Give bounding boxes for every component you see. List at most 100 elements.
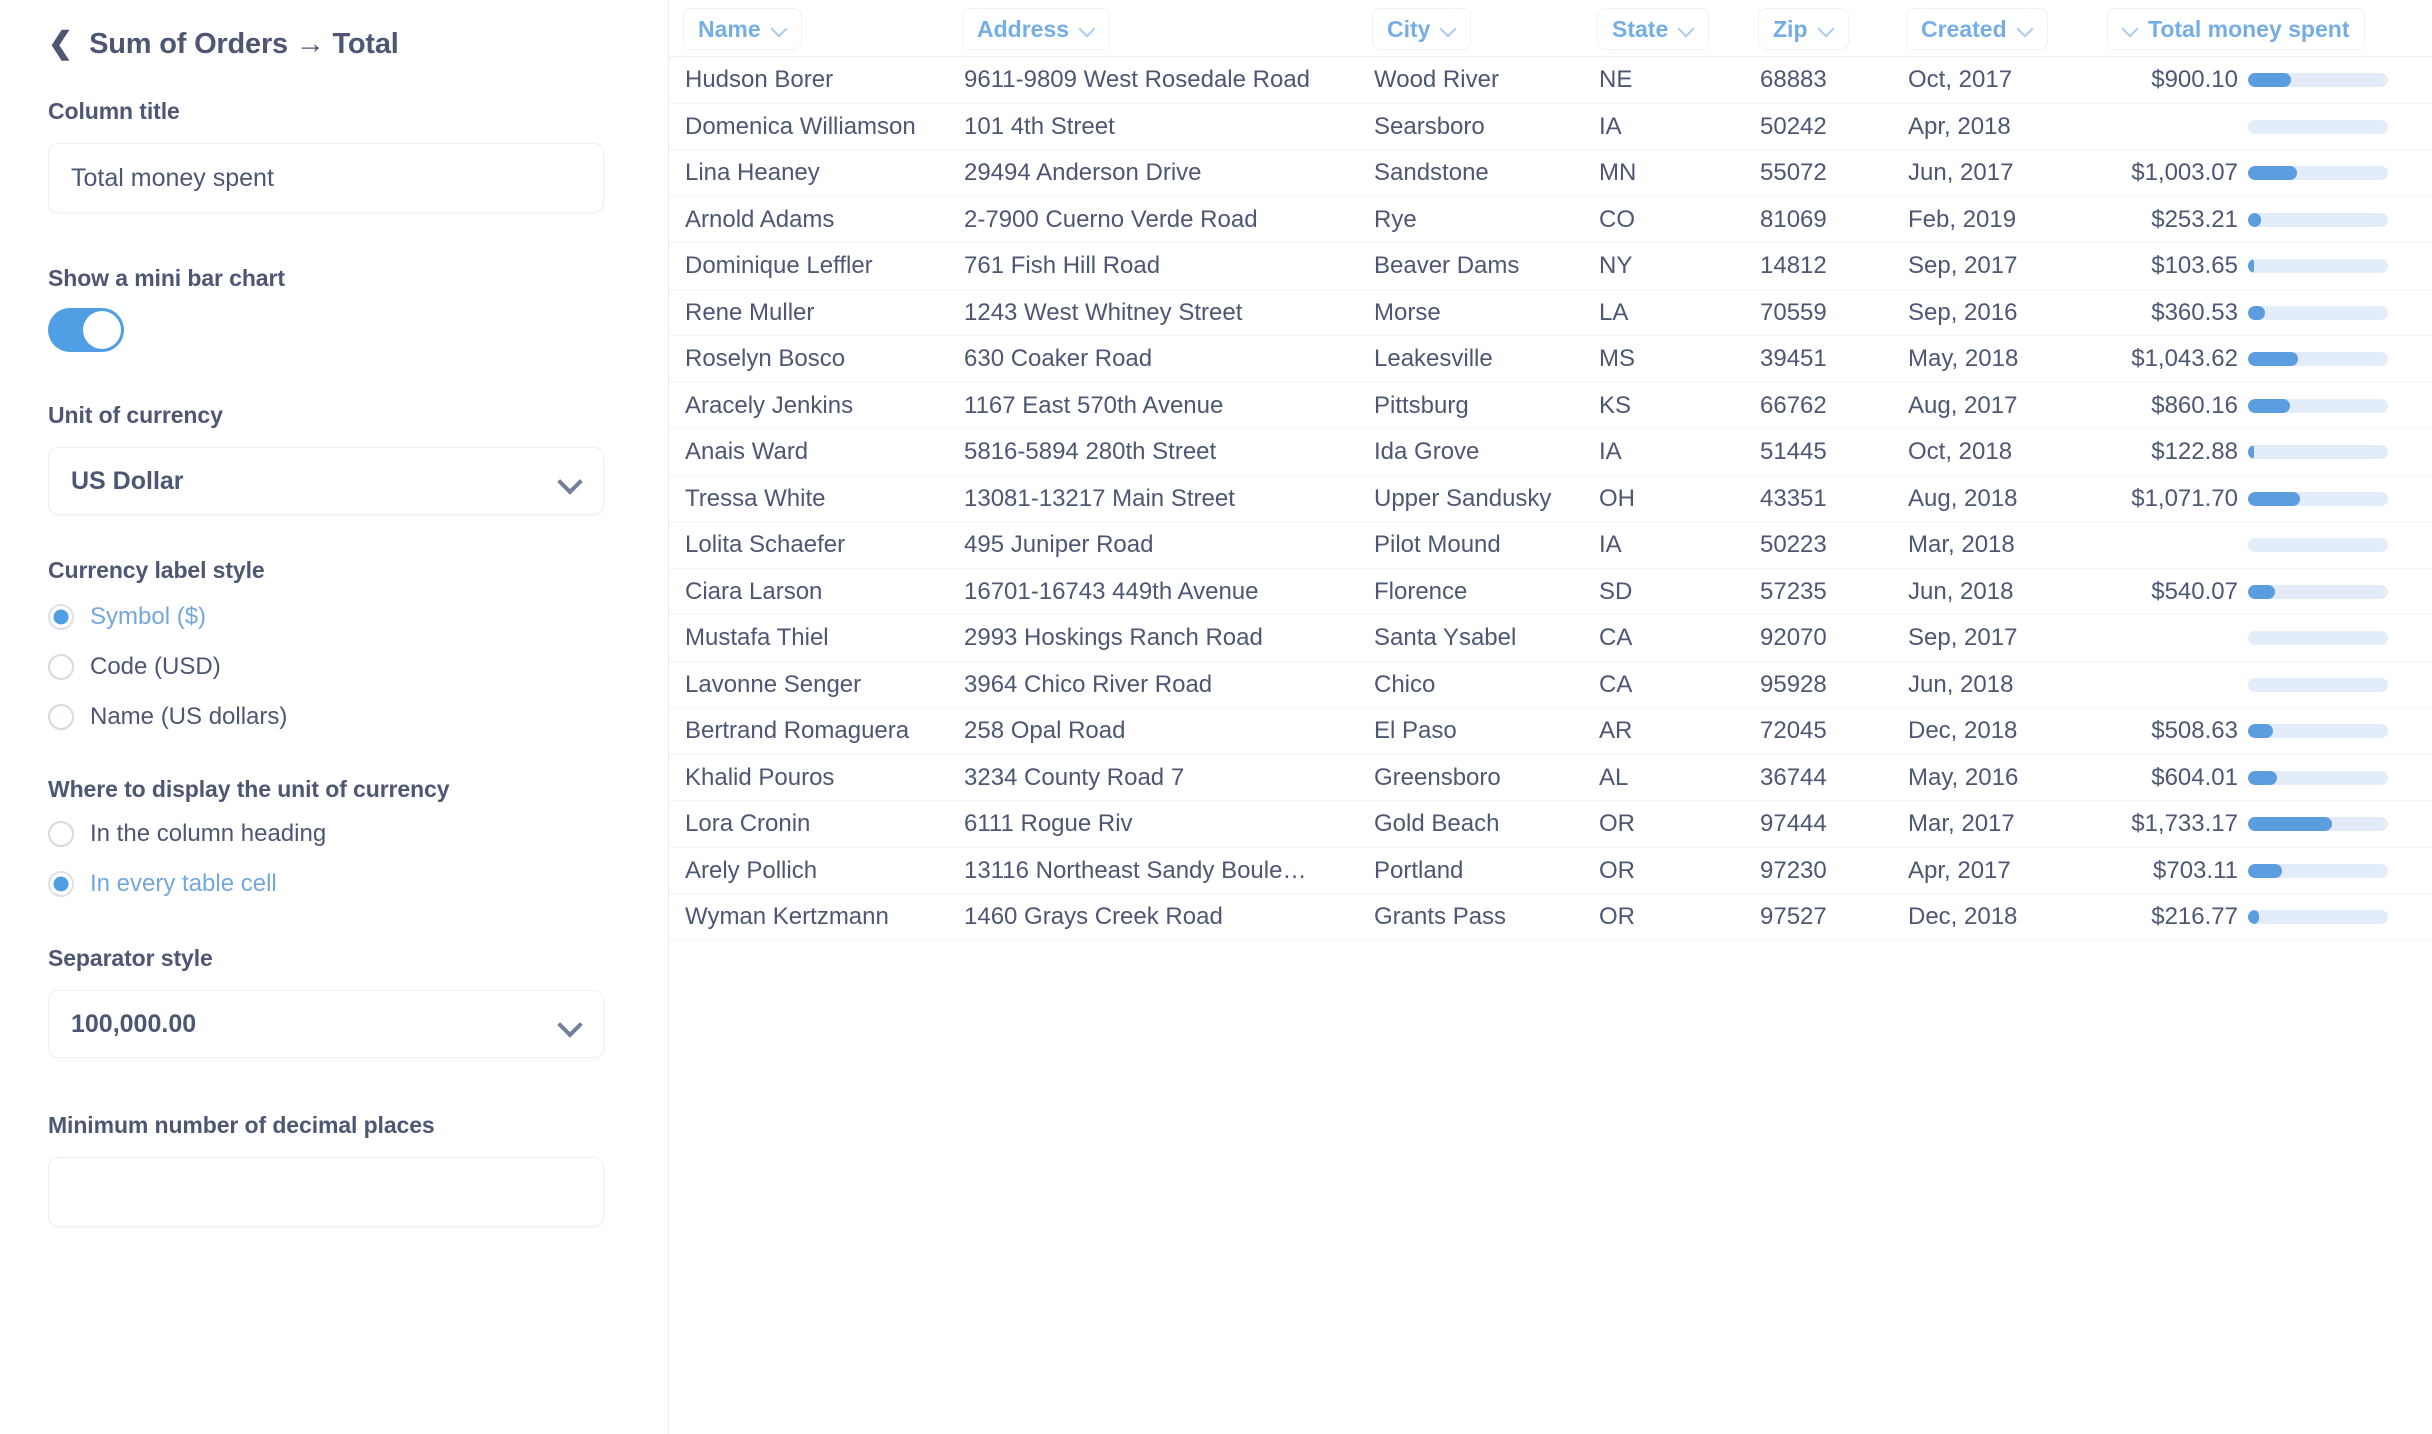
mini-bar-chart [2248, 383, 2388, 430]
table-row[interactable]: Mustafa Thiel 2993 Hoskings Ranch Road San… [669, 615, 2432, 662]
cell-name: Hudson Borer [685, 66, 834, 94]
table-row[interactable]: Lavonne Senger 3964 Chico River Road Chico… [669, 662, 2432, 709]
table-row[interactable]: Lolita Schaefer 495 Juniper Road Pilot Mou… [669, 522, 2432, 569]
column-header-label: Created [1921, 15, 2007, 42]
column-header-label: Name [698, 15, 761, 42]
chevron-left-icon[interactable]: ❮ [48, 29, 73, 59]
mini-bar-track [2248, 677, 2388, 692]
separator-style-value: 100,000.00 [71, 1009, 197, 1038]
cell-name: Anais Ward [685, 438, 809, 466]
cell-total-money-spent: $703.11 [2153, 856, 2238, 884]
column-header-created[interactable]: Created [1906, 8, 2048, 50]
cell-name: Ciara Larson [685, 577, 823, 605]
mini-bar-fill [2248, 398, 2290, 413]
cell-name: Lolita Schaefer [685, 531, 846, 559]
separator-style-select[interactable]: 100,000.00 [48, 990, 604, 1058]
cell-total-money-spent: $540.07 [2151, 577, 2238, 605]
table-row[interactable]: Wyman Kertzmann 1460 Grays Creek Road Gran… [669, 894, 2432, 941]
table-row[interactable]: Lora Cronin 6111 Rogue Riv Gold Beach OR 974… [669, 801, 2432, 848]
mini-bar-track [2248, 910, 2388, 925]
mini-bar-chart [2248, 476, 2388, 523]
cell-address: 1167 East 570th Avenue [964, 391, 1224, 419]
mini-bar-track [2248, 305, 2388, 320]
mini-bar-track [2248, 119, 2388, 134]
cell-address: 495 Juniper Road [964, 531, 1154, 559]
cell-address: 2-7900 Cuerno Verde Road [964, 205, 1258, 233]
table-row[interactable]: Arely Pollich 13116 Northeast Sandy Boule… [669, 848, 2432, 894]
column-header-zip[interactable]: Zip [1758, 8, 1849, 50]
table-row[interactable]: Roselyn Bosco 630 Coaker Road Leakesville M… [669, 336, 2432, 383]
min-decimal-places-input[interactable] [48, 1157, 604, 1227]
separator-style-label: Separator style [48, 945, 213, 971]
mini-bar-track [2248, 259, 2388, 274]
cell-total-money-spent: $508.63 [2151, 717, 2238, 745]
cell-total-money-spent [1908, 662, 2238, 709]
column-header-state[interactable]: State [1597, 8, 1710, 50]
column-header-name[interactable]: Name [683, 8, 802, 50]
radio-in-every-table-cell[interactable]: In every table cell [48, 859, 620, 909]
mini-bar-chart-toggle[interactable] [48, 308, 124, 352]
chevron-down-icon [1818, 21, 1834, 37]
cell-address: 630 Coaker Road [964, 345, 1153, 373]
chevron-down-icon [2017, 21, 2033, 37]
settings-and-table-screen: ❮ Sum of Orders → Total Column title Tot… [0, 0, 2432, 1434]
mini-bar-track [2248, 398, 2388, 413]
mini-bar-fill [2248, 724, 2274, 739]
cell-address: 1243 West Whitney Street [964, 298, 1243, 326]
table-row[interactable]: Khalid Pouros 3234 County Road 7 Greensbor… [669, 755, 2432, 801]
column-header-address[interactable]: Address [962, 8, 1111, 50]
mini-bar-chart [2248, 150, 2388, 197]
mini-bar-track [2248, 863, 2388, 878]
column-header-total-money-spent[interactable]: Total money spent [2107, 8, 2365, 50]
mini-bar-chart [2248, 197, 2388, 244]
radio-currency-name[interactable]: Name (US dollars) [48, 692, 620, 742]
cell-total-money-spent: $1,043.62 [2131, 345, 2238, 373]
unit-of-currency-select[interactable]: US Dollar [48, 447, 604, 515]
cell-address: 13081-13217 Main Street [964, 484, 1235, 512]
table-row[interactable]: Ciara Larson 16701-16743 449th Avenue Flor… [669, 569, 2432, 615]
table-row[interactable]: Dominique Leffler 761 Fish Hill Road Beave… [669, 243, 2432, 290]
cell-address: 9611-9809 West Rosedale Road [964, 66, 1311, 94]
mini-bar-fill [2248, 445, 2254, 460]
table-row[interactable]: Lina Heaney 29494 Anderson Drive Sandstone… [669, 150, 2432, 197]
chevron-down-icon [1678, 21, 1694, 37]
mini-bar-fill [2248, 863, 2282, 878]
table-row[interactable]: Bertrand Romaguera 258 Opal Road El Paso AR… [669, 708, 2432, 755]
table-row[interactable]: Hudson Borer 9611-9809 West Rosedale Road… [669, 57, 2432, 104]
mini-bar-fill [2248, 817, 2332, 832]
mini-bar-fill [2248, 352, 2299, 367]
cell-total-money-spent: $1,003.07 [2131, 159, 2238, 187]
radio-currency-code[interactable]: Code (USD) [48, 642, 620, 692]
cell-total-money-spent: $122.88 [2151, 438, 2238, 466]
mini-bar-track [2248, 631, 2388, 646]
radio-icon [48, 821, 74, 847]
table-row[interactable]: Arnold Adams 2-7900 Cuerno Verde Road Rye C… [669, 197, 2432, 244]
radio-label: In the column heading [90, 820, 327, 847]
column-title-input[interactable]: Total money spent [48, 143, 604, 213]
mini-bar-track [2248, 212, 2388, 227]
mini-bar-chart [2248, 104, 2388, 151]
cell-address: 13116 Northeast Sandy Boule… [964, 856, 1307, 884]
cell-total-money-spent [1908, 522, 2238, 569]
mini-bar-fill [2248, 910, 2260, 925]
cell-address: 1460 Grays Creek Road [964, 903, 1223, 931]
cell-name: Domenica Williamson [685, 112, 916, 140]
table-row[interactable]: Rene Muller 1243 West Whitney Street Morse… [669, 290, 2432, 336]
mini-bar-track [2248, 724, 2388, 739]
cell-name: Rene Muller [685, 298, 815, 326]
table-row[interactable]: Aracely Jenkins 1167 East 570th Avenue Pit… [669, 383, 2432, 430]
mini-bar-track [2248, 584, 2388, 599]
table-row[interactable]: Domenica Williamson 101 4th Street Searsbo… [669, 104, 2432, 151]
table-row[interactable]: Tressa White 13081-13217 Main Street Upper… [669, 476, 2432, 523]
radio-label: Name (US dollars) [90, 703, 288, 730]
column-header-city[interactable]: City [1372, 8, 1472, 50]
radio-in-column-heading[interactable]: In the column heading [48, 809, 620, 859]
table-row[interactable]: Anais Ward 5816-5894 280th Street Ida Grov… [669, 429, 2432, 476]
radio-currency-symbol[interactable]: Symbol ($) [48, 592, 620, 642]
cell-total-money-spent: $253.21 [2151, 205, 2238, 233]
unit-of-currency-value: US Dollar [71, 466, 184, 495]
radio-icon [48, 704, 74, 730]
mini-bar-chart [2248, 662, 2388, 709]
cell-address: 101 4th Street [964, 112, 1115, 140]
mini-bar-fill [2248, 73, 2292, 88]
